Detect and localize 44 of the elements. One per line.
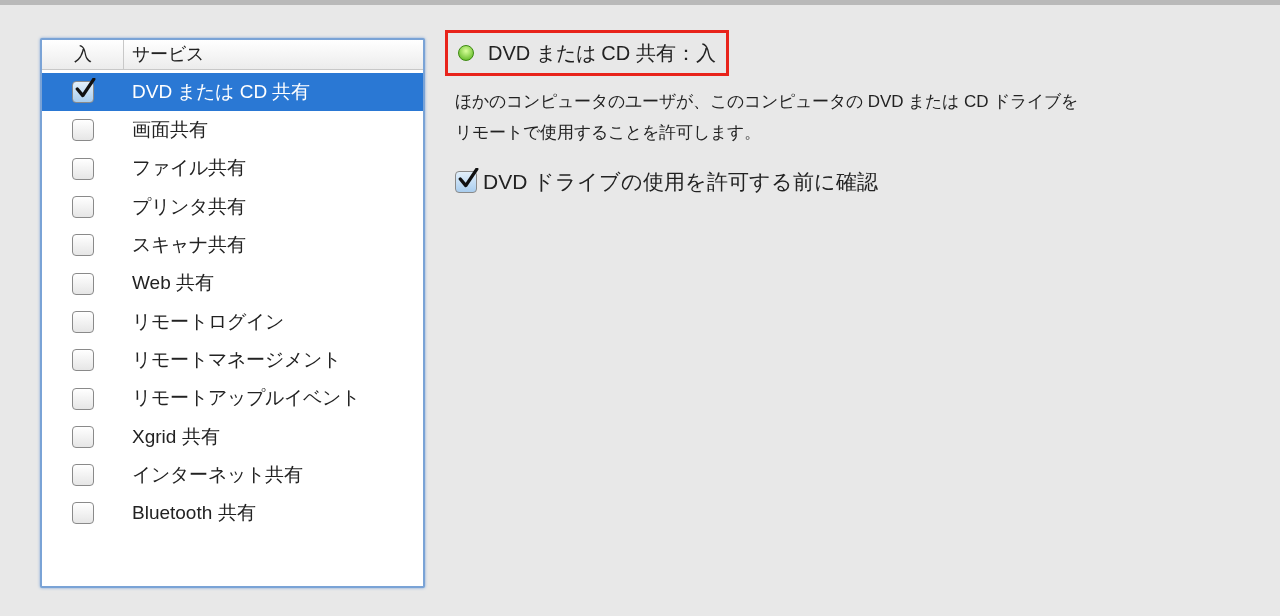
- service-name: インターネット共有: [131, 462, 303, 487]
- checkbox[interactable]: [72, 119, 94, 142]
- checkbox[interactable]: [72, 157, 94, 180]
- service-row[interactable]: リモートアップルイベント: [42, 379, 423, 418]
- checkbox[interactable]: [72, 349, 94, 372]
- service-row[interactable]: Bluetooth 共有: [42, 494, 423, 533]
- service-row[interactable]: スキャナ共有: [42, 226, 423, 265]
- service-name: Web 共有: [131, 271, 214, 296]
- description-line: リモートで使用することを許可します。: [455, 122, 761, 144]
- checkbox[interactable]: [455, 170, 477, 193]
- checkbox[interactable]: [72, 234, 94, 257]
- service-name: リモートアップルイベント: [131, 386, 360, 411]
- checkbox[interactable]: [72, 196, 94, 219]
- service-row[interactable]: 画面共有: [42, 111, 423, 150]
- service-row[interactable]: インターネット共有: [42, 455, 423, 495]
- checkbox[interactable]: [72, 272, 94, 295]
- checkbox[interactable]: [72, 464, 94, 487]
- service-name: 画面共有: [131, 118, 208, 143]
- service-name: Xgrid 共有: [131, 424, 220, 449]
- checkbox[interactable]: [72, 310, 94, 333]
- confirm-option[interactable]: DVD ドライブの使用を許可する前に確認: [455, 166, 1079, 198]
- service-row[interactable]: リモートログイン: [42, 302, 423, 342]
- service-row[interactable]: DVD または CD 共有: [42, 73, 423, 112]
- column-header[interactable]: 入: [42, 40, 124, 69]
- service-row[interactable]: プリンタ共有: [42, 187, 423, 227]
- description-line: ほかのコンピュータのユーザが、このコンピュータの DVD または CD ドライブを: [455, 91, 1079, 113]
- service-name: DVD または CD 共有: [131, 79, 311, 104]
- service-name: リモートマネージメント: [131, 347, 341, 372]
- checkbox[interactable]: [72, 502, 94, 525]
- status-title: DVD または CD 共有：入: [488, 41, 716, 66]
- service-row[interactable]: Xgrid 共有: [42, 417, 423, 456]
- service-row[interactable]: ファイル共有: [42, 149, 423, 188]
- checkbox[interactable]: [72, 387, 94, 410]
- service-row[interactable]: Web 共有: [42, 264, 423, 303]
- checkbox[interactable]: [72, 81, 94, 104]
- service-name: スキャナ共有: [131, 233, 246, 258]
- service-name: プリンタ共有: [131, 194, 246, 219]
- column-header[interactable]: サービス: [124, 40, 423, 69]
- option-label: DVD ドライブの使用を許可する前に確認: [483, 169, 879, 195]
- service-name: Bluetooth 共有: [131, 501, 256, 526]
- service-name: リモートログイン: [131, 309, 284, 334]
- checkbox[interactable]: [72, 425, 94, 448]
- service-name: ファイル共有: [131, 156, 246, 181]
- service-row[interactable]: リモートマネージメント: [42, 341, 423, 380]
